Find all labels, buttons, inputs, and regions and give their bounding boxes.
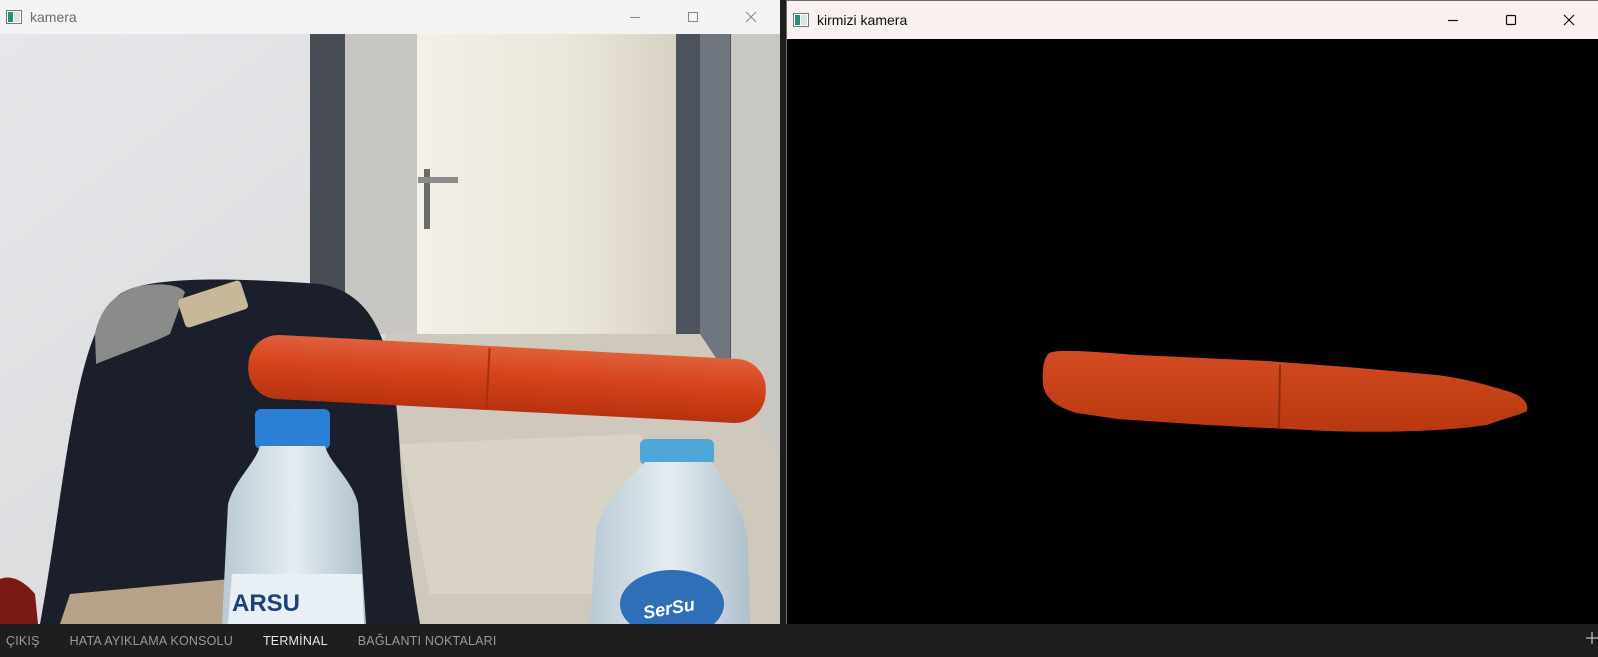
red-mask-feed [787, 39, 1598, 628]
panel-tab-bar: ÇIKIŞ HATA AYIKLAMA KONSOLU TERMİNAL BAĞ… [0, 624, 1598, 657]
close-icon [1563, 14, 1575, 26]
maximize-button[interactable] [1482, 1, 1540, 39]
kamera-window: kamera ARSU SerSu [0, 0, 780, 624]
new-terminal-plus-icon[interactable] [1586, 632, 1598, 644]
bottle-label-left: ARSU [232, 590, 300, 617]
mask-tube-seam [1278, 364, 1281, 430]
door [417, 34, 679, 344]
minimize-icon [630, 17, 640, 18]
minimize-button[interactable] [1424, 1, 1482, 39]
window-title: kamera [30, 9, 77, 25]
close-button[interactable] [1540, 1, 1598, 39]
close-icon [745, 11, 757, 23]
maximize-icon [688, 12, 698, 22]
door-frame-left-inner [345, 34, 417, 334]
tab-terminal[interactable]: TERMİNAL [263, 634, 328, 648]
tab-ports[interactable]: BAĞLANTI NOKTALARI [358, 634, 497, 648]
title-bar[interactable]: kamera [0, 0, 780, 34]
maximize-icon [1505, 14, 1517, 26]
kirmizi-kamera-window: kirmizi kamera [786, 0, 1598, 628]
close-button[interactable] [722, 0, 780, 34]
opencv-window-icon [6, 10, 22, 24]
tab-output[interactable]: ÇIKIŞ [6, 634, 40, 648]
window-title: kirmizi kamera [817, 12, 908, 28]
maximize-button[interactable] [664, 0, 722, 34]
tab-debug-console[interactable]: HATA AYIKLAMA KONSOLU [70, 634, 233, 648]
opencv-window-icon [793, 13, 809, 27]
minimize-icon [1448, 19, 1458, 22]
camera-feed: ARSU SerSu [0, 34, 780, 624]
title-bar[interactable]: kirmizi kamera [787, 1, 1598, 39]
mask-background [787, 39, 1598, 628]
minimize-button[interactable] [606, 0, 664, 34]
